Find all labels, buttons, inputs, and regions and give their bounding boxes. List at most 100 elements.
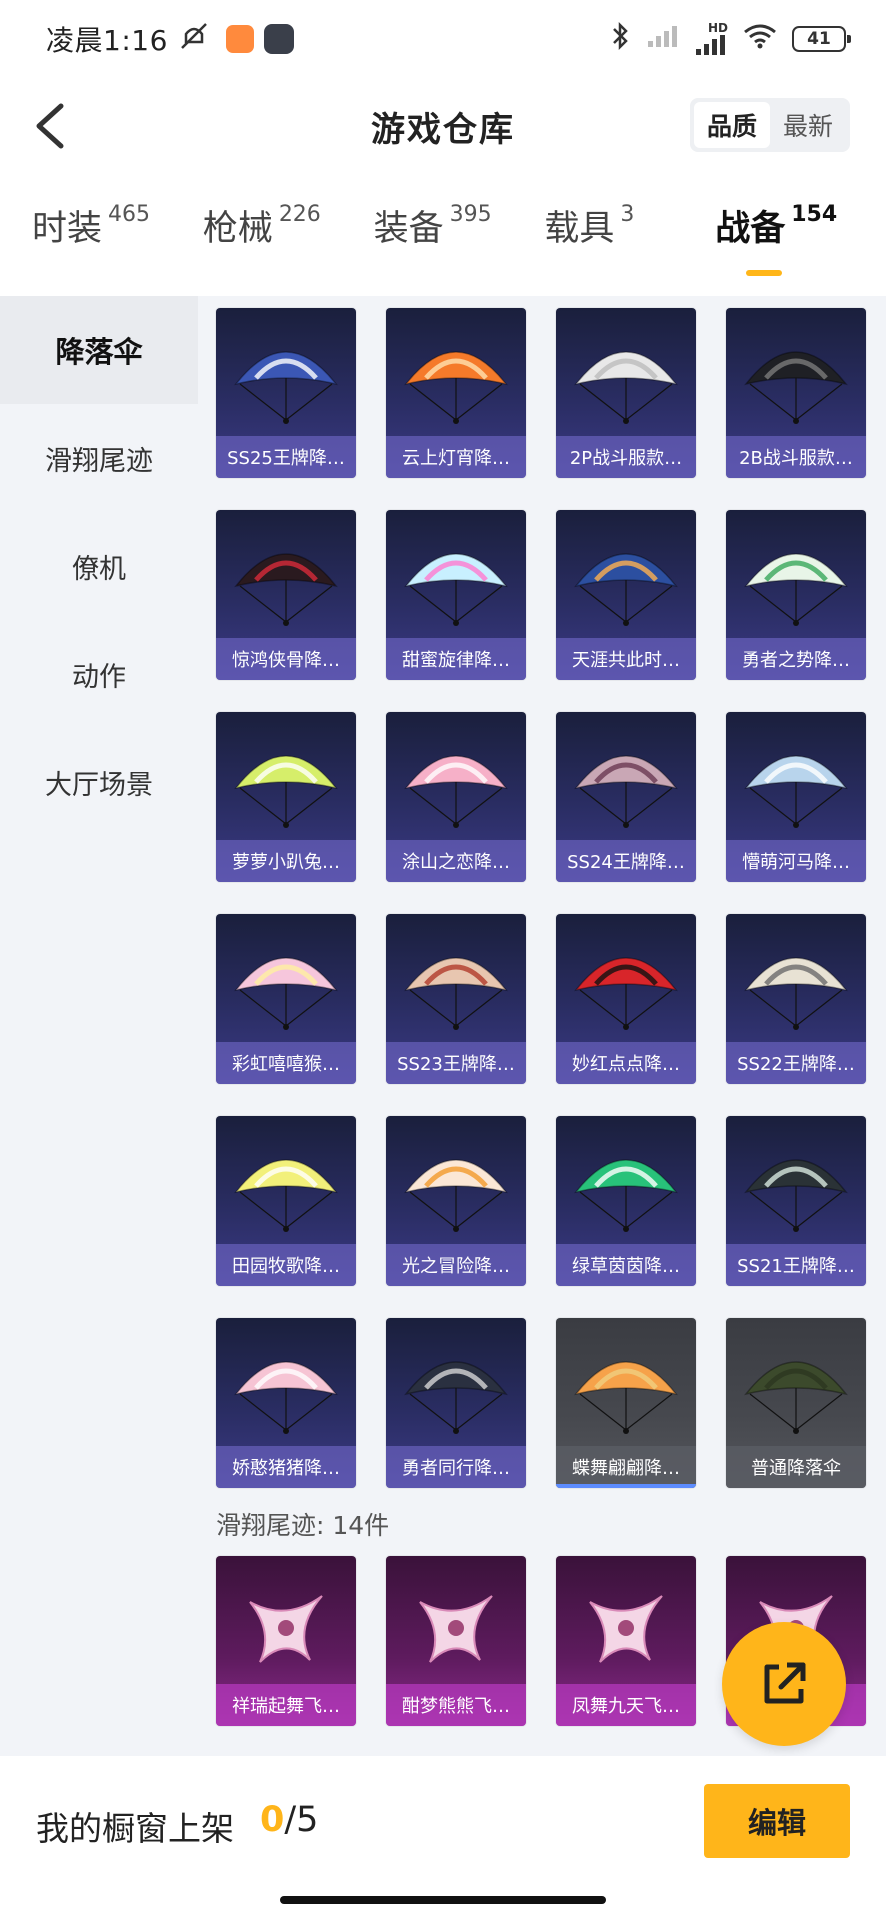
parachute-name: 萝萝小趴兔…	[216, 840, 356, 882]
parachute-card[interactable]: SS21王牌降…	[726, 1116, 866, 1286]
header: 游戏仓库 品质 最新	[0, 78, 886, 174]
parachute-name: SS25王牌降…	[216, 436, 356, 478]
parachute-icon	[744, 957, 848, 1030]
parachute-card[interactable]: SS25王牌降…	[216, 308, 356, 478]
showcase-total: /5	[284, 1800, 319, 1840]
glide-trail-card[interactable]: 酣梦熊熊飞…	[386, 1556, 526, 1726]
glide-trail-card[interactable]: 祥瑞起舞飞…	[216, 1556, 356, 1726]
parachute-icon	[234, 957, 338, 1030]
tab-fashion[interactable]: 时装 465	[32, 200, 203, 290]
glide-trail-name: 凤舞九天飞…	[556, 1684, 696, 1726]
status-time: 凌晨1:16	[46, 24, 168, 57]
tab-label: 枪械	[202, 209, 273, 249]
parachute-icon	[234, 553, 338, 626]
parachute-name: 彩虹嘻嘻猴…	[216, 1042, 356, 1084]
parachute-card[interactable]: 天涯共此时…	[556, 510, 696, 680]
parachute-card[interactable]: 萝萝小趴兔…	[216, 712, 356, 882]
parachute-card[interactable]: 光之冒险降…	[386, 1116, 526, 1286]
sort-toggle: 品质 最新	[690, 98, 850, 152]
chevron-left-icon	[36, 103, 64, 149]
parachute-card[interactable]: 彩虹嘻嘻猴…	[216, 914, 356, 1084]
glide-section-title: 滑翔尾迹: 14件	[216, 1511, 390, 1540]
parachute-icon	[744, 1159, 848, 1232]
glide-trail-name: 酣梦熊熊飞…	[386, 1684, 526, 1726]
parachute-card[interactable]: 勇者同行降…	[386, 1318, 526, 1488]
glide-trail-card[interactable]: 凤舞九天飞…	[556, 1556, 696, 1726]
parachute-name: 懵萌河马降…	[726, 840, 866, 882]
home-indicator[interactable]	[280, 1896, 606, 1904]
parachute-icon	[574, 553, 678, 626]
parachute-icon	[404, 1159, 508, 1232]
parachute-card[interactable]: 绿草茵茵降…	[556, 1116, 696, 1286]
parachute-name: 2B战斗服款…	[726, 436, 866, 478]
tab-equipment[interactable]: 装备 395	[374, 200, 545, 290]
parachute-card[interactable]: 妙红点点降…	[556, 914, 696, 1084]
tab-count: 395	[449, 202, 492, 227]
parachute-card[interactable]: 2P战斗服款…	[556, 308, 696, 478]
parachute-card[interactable]: 勇者之势降…	[726, 510, 866, 680]
share-button[interactable]	[722, 1622, 846, 1746]
parachute-name: 田园牧歌降…	[216, 1244, 356, 1286]
sort-option-newest[interactable]: 最新	[770, 102, 846, 148]
parachute-icon	[574, 755, 678, 828]
battery-indicator: 41	[792, 26, 851, 52]
parachute-name: 惊鸿侠骨降…	[216, 638, 356, 680]
signal-icon-2: HD	[694, 22, 728, 56]
tab-count: 3	[620, 202, 635, 227]
tab-weapons[interactable]: 枪械 226	[203, 200, 374, 290]
tab-vehicles[interactable]: 载具 3	[544, 200, 715, 290]
parachute-icon	[744, 351, 848, 424]
parachute-name: 云上灯宵降…	[386, 436, 526, 478]
parachute-icon	[234, 351, 338, 424]
parachute-name: 绿草茵茵降…	[556, 1244, 696, 1286]
tab-label: 战备	[715, 209, 786, 249]
parachute-icon	[574, 351, 678, 424]
edit-button[interactable]: 编辑	[704, 1784, 850, 1858]
parachute-card[interactable]: SS24王牌降…	[556, 712, 696, 882]
parachute-card[interactable]: 田园牧歌降…	[216, 1116, 356, 1286]
parachute-name: 天涯共此时…	[556, 638, 696, 680]
parachute-name: 2P战斗服款…	[556, 436, 696, 478]
selected-indicator	[556, 1484, 696, 1488]
parachute-icon	[234, 1159, 338, 1232]
glide-trail-icon	[589, 1595, 663, 1663]
tab-label: 载具	[544, 209, 615, 249]
parachute-icon	[404, 351, 508, 424]
back-button[interactable]	[24, 100, 76, 152]
sidebar-item-lobby-scene[interactable]: 大厅场景	[0, 728, 198, 836]
sidebar-item-wingman[interactable]: 僚机	[0, 512, 198, 620]
sidebar-item-emote[interactable]: 动作	[0, 620, 198, 728]
parachute-icon	[744, 1361, 848, 1434]
sidebar-item-glide-trail[interactable]: 滑翔尾迹	[0, 404, 198, 512]
parachute-card[interactable]: SS22王牌降…	[726, 914, 866, 1084]
share-icon	[764, 1662, 806, 1704]
tab-gear[interactable]: 战备 154	[715, 200, 886, 290]
item-grid-area: SS25王牌降… 云上灯宵降… 2P战斗服款… 2B战斗服款… 惊鸿侠骨降… 甜蜜旋律降……	[198, 296, 886, 1756]
parachute-card[interactable]: 2B战斗服款…	[726, 308, 866, 478]
parachute-card[interactable]: 云上灯宵降…	[386, 308, 526, 478]
sort-option-quality[interactable]: 品质	[694, 102, 770, 148]
parachute-card[interactable]: 甜蜜旋律降…	[386, 510, 526, 680]
parachute-name: SS23王牌降…	[386, 1042, 526, 1084]
category-tabs: 时装 465 枪械 226 装备 395 载具 3 战备 154	[0, 200, 886, 290]
mute-icon	[178, 20, 210, 59]
parachute-name: SS24王牌降…	[556, 840, 696, 882]
parachute-card[interactable]: 普通降落伞	[726, 1318, 866, 1488]
user-notification-icon	[263, 24, 294, 54]
parachute-name: 甜蜜旋律降…	[386, 638, 526, 680]
parachute-name: 涂山之恋降…	[386, 840, 526, 882]
sidebar-item-parachute[interactable]: 降落伞	[0, 296, 198, 404]
parachute-name: 蝶舞翩翩降…	[556, 1446, 696, 1488]
app-notification-icon	[225, 25, 254, 53]
parachute-card[interactable]: SS23王牌降…	[386, 914, 526, 1084]
parachute-card[interactable]: 懵萌河马降…	[726, 712, 866, 882]
parachute-card[interactable]: 涂山之恋降…	[386, 712, 526, 882]
parachute-card[interactable]: 蝶舞翩翩降…	[556, 1318, 696, 1488]
parachute-icon	[404, 553, 508, 626]
parachute-card[interactable]: 惊鸿侠骨降…	[216, 510, 356, 680]
page-title: 游戏仓库	[371, 109, 515, 150]
parachute-card[interactable]: 娇憨猪猪降…	[216, 1318, 356, 1488]
parachute-icon	[574, 957, 678, 1030]
glide-trail-name: 祥瑞起舞飞…	[216, 1684, 356, 1726]
parachute-name: 光之冒险降…	[386, 1244, 526, 1286]
